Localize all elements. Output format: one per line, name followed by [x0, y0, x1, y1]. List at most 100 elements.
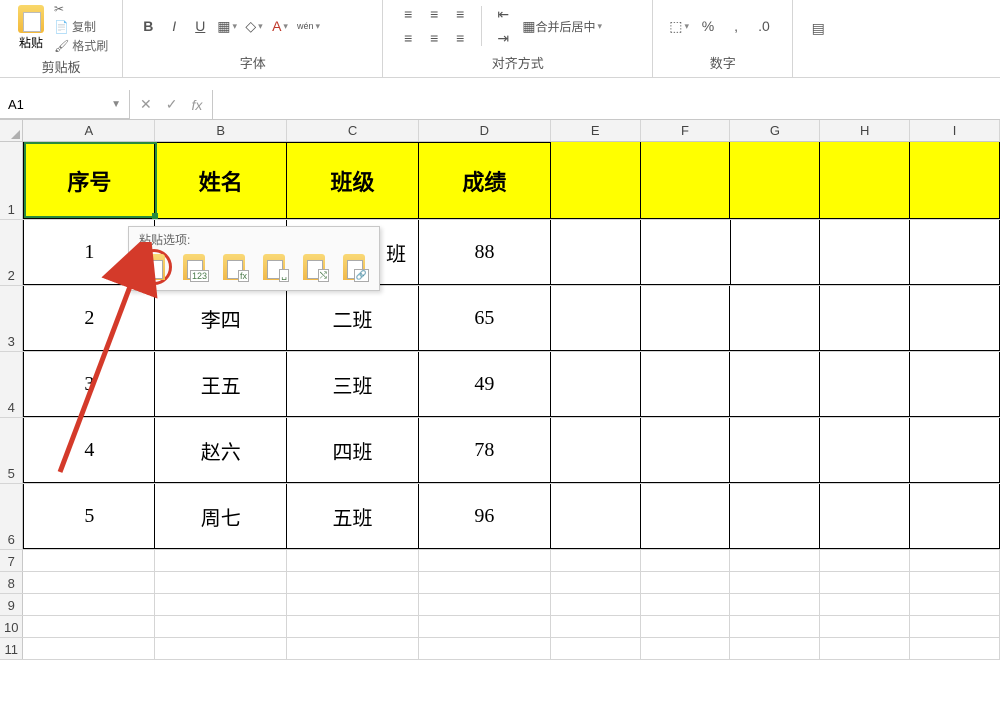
cell[interactable] — [551, 418, 641, 483]
col-header[interactable]: A — [23, 120, 155, 141]
cell[interactable] — [551, 142, 641, 219]
cell[interactable] — [551, 484, 641, 549]
cell[interactable] — [910, 638, 1000, 659]
merge-center-button[interactable]: ▦ 合并后居中 — [520, 15, 604, 37]
cell[interactable] — [910, 484, 1000, 549]
cell[interactable] — [820, 418, 910, 483]
col-header[interactable]: D — [419, 120, 551, 141]
italic-button[interactable]: I — [163, 15, 185, 37]
cell[interactable] — [910, 594, 1000, 615]
enter-formula-button[interactable]: ✓ — [166, 96, 178, 113]
indent-decrease-button[interactable]: ⇤ — [492, 3, 514, 25]
cell[interactable] — [287, 550, 419, 571]
cell[interactable] — [23, 550, 155, 571]
header-cell[interactable]: 序号 — [23, 142, 155, 219]
cell[interactable] — [730, 638, 820, 659]
cell[interactable] — [910, 550, 1000, 571]
cell[interactable] — [910, 418, 1000, 483]
cell[interactable] — [551, 616, 641, 637]
cell[interactable] — [820, 638, 910, 659]
cell[interactable] — [910, 572, 1000, 593]
cell[interactable] — [641, 638, 731, 659]
col-header[interactable]: E — [551, 120, 641, 141]
paste-button[interactable]: 粘贴 — [14, 5, 48, 51]
name-box[interactable]: A1 ▼ — [0, 90, 130, 119]
paste-option-paste[interactable] — [139, 252, 169, 282]
cell[interactable] — [23, 616, 155, 637]
fx-button[interactable]: fx — [191, 97, 202, 113]
cell[interactable] — [820, 616, 910, 637]
cell[interactable] — [820, 142, 910, 219]
cell[interactable] — [730, 418, 820, 483]
cell[interactable] — [419, 572, 551, 593]
row-header[interactable]: 1 — [0, 142, 23, 219]
cell[interactable] — [641, 286, 731, 351]
cell[interactable] — [641, 616, 731, 637]
cell[interactable]: 96 — [419, 484, 551, 549]
align-left-button[interactable]: ≡ — [397, 27, 419, 49]
cell[interactable] — [910, 616, 1000, 637]
cell[interactable] — [419, 550, 551, 571]
indent-increase-button[interactable]: ⇥ — [492, 27, 514, 49]
paste-option-formatting[interactable]: ␣ — [259, 252, 289, 282]
cell[interactable] — [551, 638, 641, 659]
row-header[interactable]: 3 — [0, 286, 23, 351]
cell[interactable] — [641, 418, 731, 483]
header-cell[interactable]: 成绩 — [419, 142, 551, 219]
cell[interactable] — [551, 220, 641, 285]
formula-bar[interactable] — [213, 90, 1000, 119]
header-cell[interactable]: 姓名 — [155, 142, 287, 219]
col-header[interactable]: G — [730, 120, 820, 141]
header-cell[interactable]: 班级 — [287, 142, 419, 219]
cell[interactable] — [551, 594, 641, 615]
cell[interactable] — [641, 550, 731, 571]
col-header[interactable]: C — [287, 120, 419, 141]
cell[interactable] — [551, 550, 641, 571]
cell[interactable] — [730, 572, 820, 593]
col-header[interactable]: F — [641, 120, 731, 141]
align-top-button[interactable]: ≡ — [397, 3, 419, 25]
cell[interactable]: 周七 — [155, 484, 287, 549]
cell[interactable] — [155, 550, 287, 571]
cell[interactable] — [155, 616, 287, 637]
comma-button[interactable]: , — [725, 15, 747, 37]
copy-button[interactable]: 📄复制 — [54, 18, 108, 35]
cell[interactable] — [641, 572, 731, 593]
cell[interactable] — [820, 484, 910, 549]
cell[interactable] — [551, 286, 641, 351]
cell[interactable]: 3 — [23, 352, 155, 417]
cut-button[interactable]: ✂ — [54, 2, 108, 16]
paste-option-link[interactable]: 🔗 — [339, 252, 369, 282]
cell[interactable]: 二班 — [287, 286, 419, 351]
row-header[interactable]: 10 — [0, 616, 23, 637]
font-color-button[interactable]: A — [269, 15, 291, 37]
cell[interactable] — [730, 616, 820, 637]
cell[interactable] — [730, 142, 820, 219]
paste-option-formulas[interactable]: fx — [219, 252, 249, 282]
cell[interactable] — [820, 594, 910, 615]
cell[interactable] — [641, 142, 731, 219]
cell[interactable] — [287, 616, 419, 637]
phonetic-button[interactable]: wén — [295, 15, 322, 37]
cell[interactable] — [155, 638, 287, 659]
cell[interactable] — [910, 142, 1000, 219]
cell[interactable]: 49 — [419, 352, 551, 417]
cell[interactable]: 王五 — [155, 352, 287, 417]
align-middle-button[interactable]: ≡ — [423, 3, 445, 25]
row-header[interactable]: 7 — [0, 550, 23, 571]
cell[interactable]: 李四 — [155, 286, 287, 351]
cell[interactable] — [910, 286, 1000, 351]
cell[interactable]: 2 — [23, 286, 155, 351]
cell[interactable] — [641, 220, 731, 285]
cell[interactable] — [730, 550, 820, 571]
cell[interactable]: 4 — [23, 418, 155, 483]
cell[interactable] — [419, 638, 551, 659]
cancel-formula-button[interactable]: ✕ — [140, 96, 152, 113]
cell[interactable]: 四班 — [287, 418, 419, 483]
cell[interactable] — [730, 484, 820, 549]
cell[interactable] — [287, 638, 419, 659]
cell[interactable] — [23, 594, 155, 615]
col-header[interactable]: H — [820, 120, 910, 141]
cell[interactable] — [820, 550, 910, 571]
paste-option-values[interactable]: 123 — [179, 252, 209, 282]
